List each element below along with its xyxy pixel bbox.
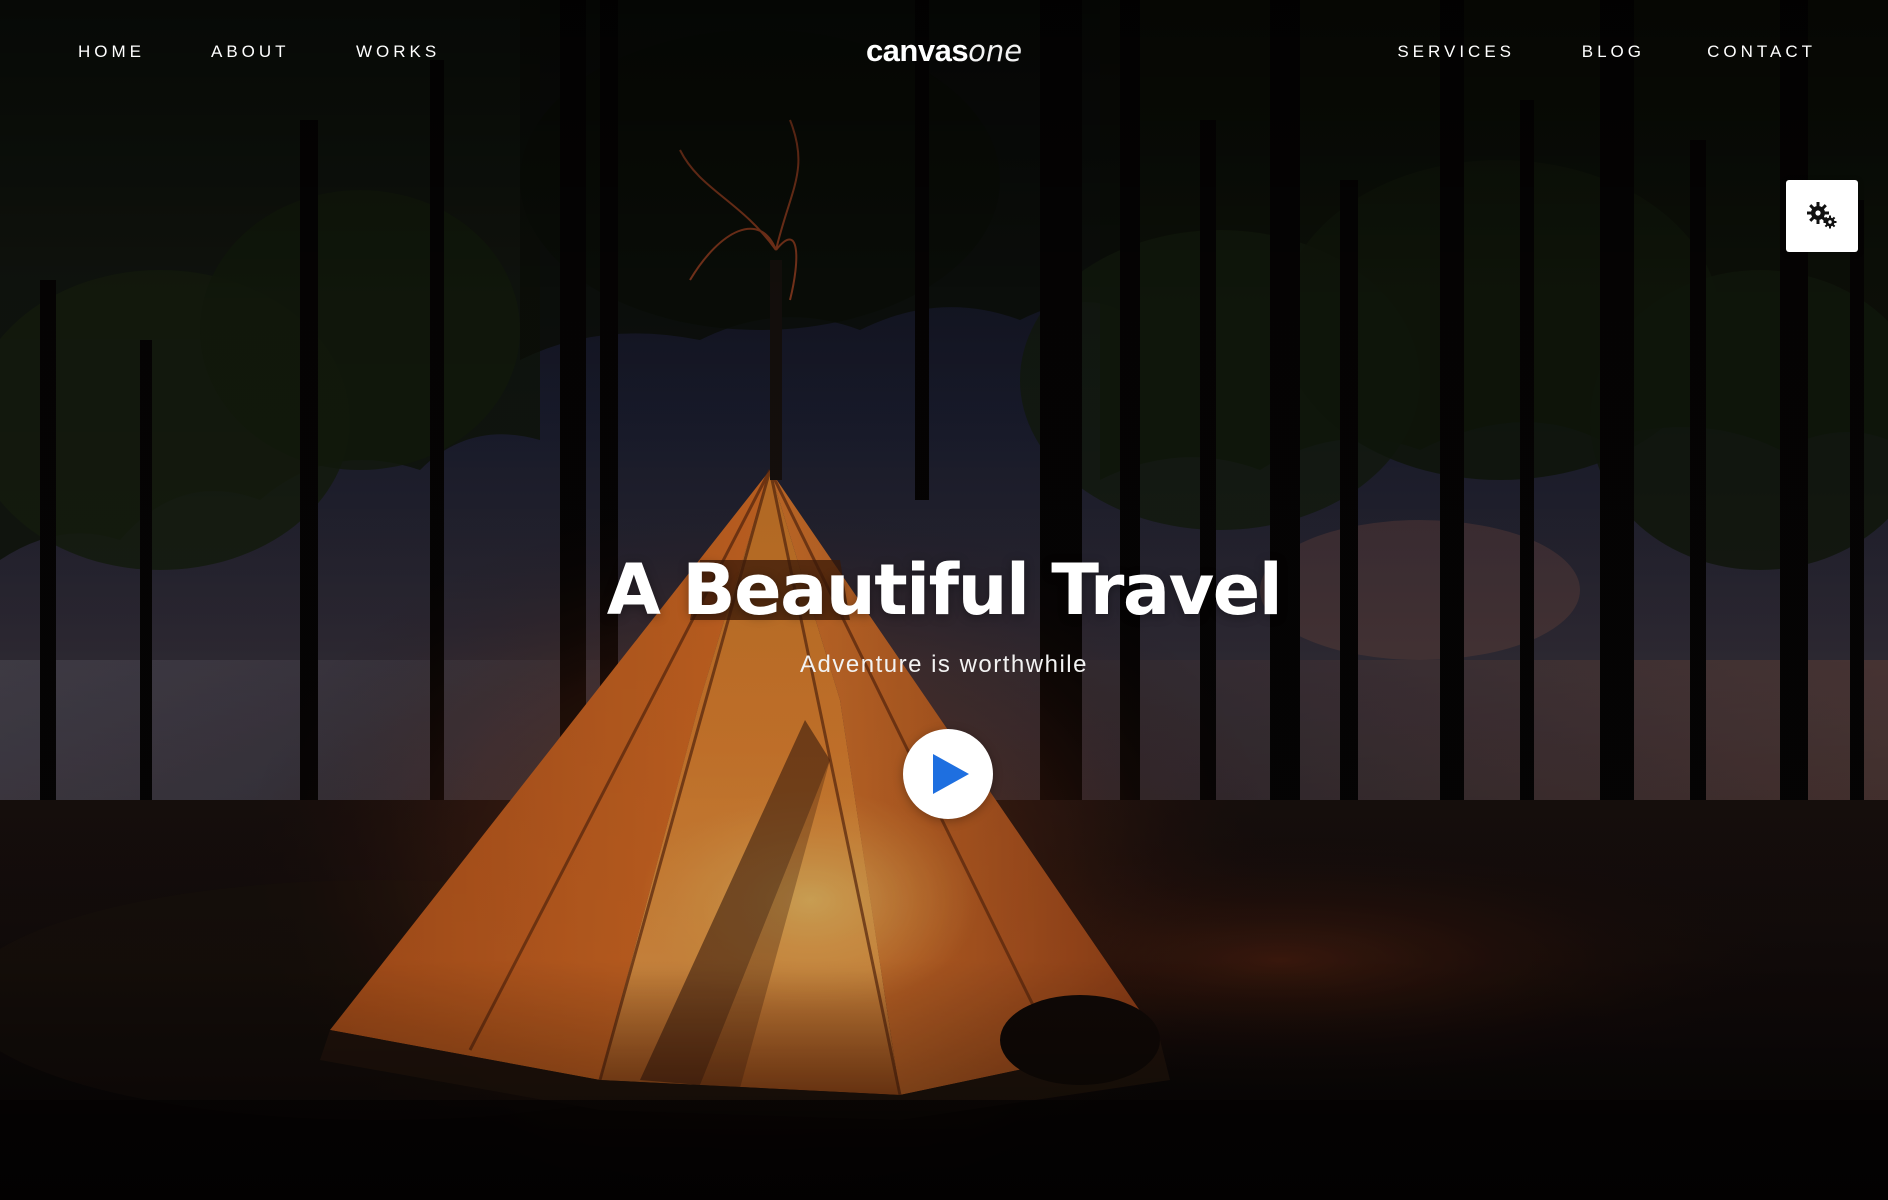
play-video-button[interactable] [903, 729, 993, 819]
nav-contact-link[interactable]: CONTACT [1707, 42, 1816, 62]
nav-about-link[interactable]: ABOUT [211, 42, 290, 62]
logo-one-text: one [968, 34, 1023, 68]
hero-title: A Beautiful Travel [606, 549, 1283, 631]
gears-icon [1807, 202, 1837, 229]
nav-works-link[interactable]: WORKS [356, 42, 440, 62]
nav-home-link[interactable]: HOME [78, 42, 145, 62]
settings-button[interactable] [1786, 180, 1858, 252]
hero-section: HOME ABOUT WORKS canvasone SERVICES BLOG… [0, 0, 1888, 1200]
logo-canvas-text: canvas [865, 33, 969, 68]
nav-blog-link[interactable]: BLOG [1582, 42, 1645, 62]
hero-subtitle: Adventure is worthwhile [800, 651, 1088, 678]
nav-services-link[interactable]: SERVICES [1397, 42, 1515, 62]
play-icon [933, 754, 969, 794]
site-logo[interactable]: canvasone [866, 33, 1022, 68]
